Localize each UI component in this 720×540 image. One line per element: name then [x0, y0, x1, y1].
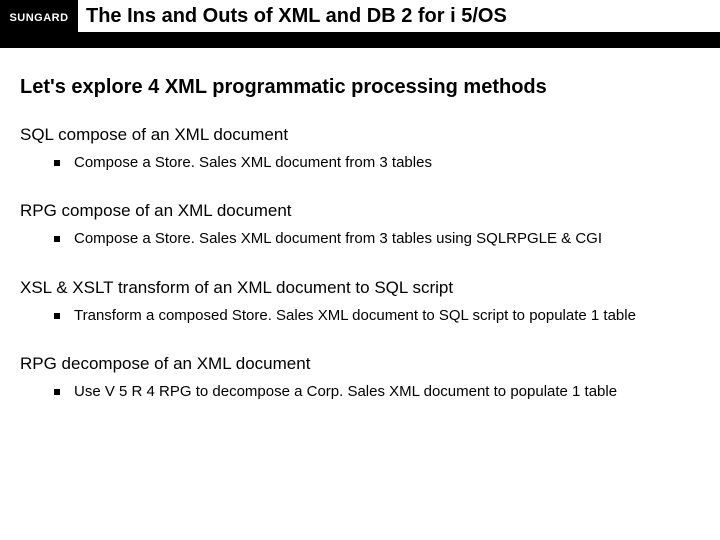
bullet-item: Transform a composed Store. Sales XML do…: [20, 306, 700, 326]
section-4: RPG decompose of an XML document Use V 5…: [20, 354, 700, 402]
brand-logo: SUNGARD: [0, 2, 78, 34]
section-heading: RPG decompose of an XML document: [20, 354, 700, 374]
bullet-text: Compose a Store. Sales XML document from…: [74, 153, 432, 173]
section-heading: SQL compose of an XML document: [20, 125, 700, 145]
square-bullet-icon: [54, 313, 60, 319]
bullet-item: Compose a Store. Sales XML document from…: [20, 229, 700, 249]
section-heading: RPG compose of an XML document: [20, 201, 700, 221]
content-area: Let's explore 4 XML programmatic process…: [0, 48, 720, 402]
page-title: The Ins and Outs of XML and DB 2 for i 5…: [86, 5, 507, 28]
bullet-text: Transform a composed Store. Sales XML do…: [74, 306, 636, 326]
subtitle: Let's explore 4 XML programmatic process…: [20, 76, 700, 99]
section-heading: XSL & XSLT transform of an XML document …: [20, 278, 700, 298]
bullet-text: Compose a Store. Sales XML document from…: [74, 229, 602, 249]
bullet-item: Use V 5 R 4 RPG to decompose a Corp. Sal…: [20, 382, 700, 402]
header-bar: SUNGARD The Ins and Outs of XML and DB 2…: [0, 0, 720, 48]
section-2: RPG compose of an XML document Compose a…: [20, 201, 700, 249]
square-bullet-icon: [54, 389, 60, 395]
section-1: SQL compose of an XML document Compose a…: [20, 125, 700, 173]
bullet-text: Use V 5 R 4 RPG to decompose a Corp. Sal…: [74, 382, 617, 402]
square-bullet-icon: [54, 160, 60, 166]
square-bullet-icon: [54, 236, 60, 242]
bullet-item: Compose a Store. Sales XML document from…: [20, 153, 700, 173]
section-3: XSL & XSLT transform of an XML document …: [20, 278, 700, 326]
title-wrap: The Ins and Outs of XML and DB 2 for i 5…: [78, 0, 720, 32]
